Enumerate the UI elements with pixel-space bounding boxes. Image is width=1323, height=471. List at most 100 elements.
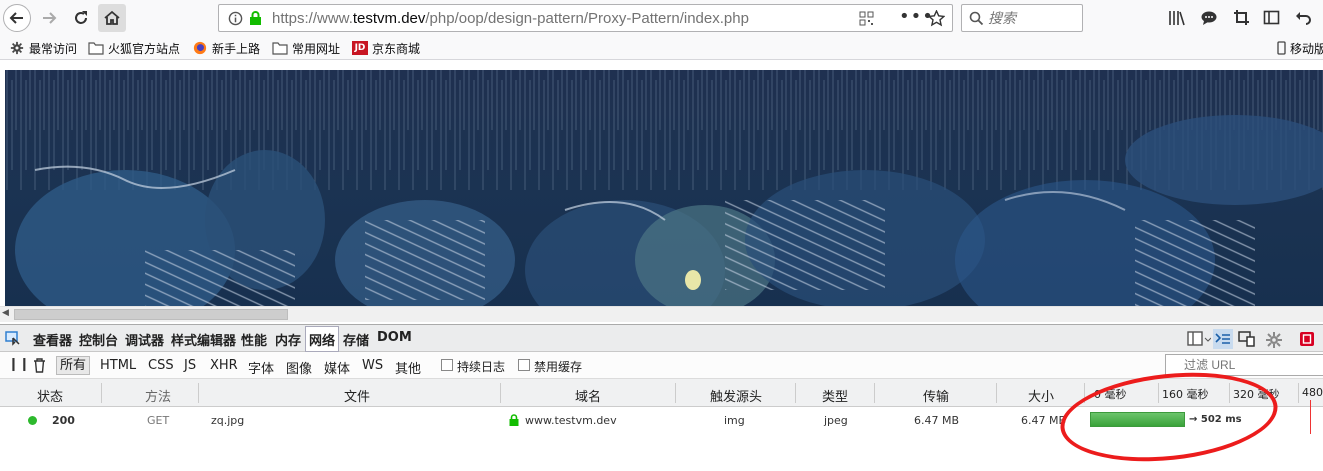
home-button[interactable] [98,4,126,32]
responsive-design-icon[interactable] [1238,331,1256,347]
dock-layout-icon[interactable] [1187,331,1211,347]
column-file[interactable]: 文件 [344,386,370,405]
chat-icon[interactable] [1200,9,1218,27]
cell-file: zq.jpg [211,414,245,427]
close-devtools-icon[interactable] [1299,331,1315,347]
bookmark-label: 新手上路 [212,41,261,56]
filter-other[interactable]: 其他 [395,358,421,377]
folder-icon [272,42,288,55]
cell-cause: img [724,414,745,427]
painting-image [5,70,1323,306]
filter-html[interactable]: HTML [100,358,136,373]
scroll-left-icon[interactable]: ◀ [2,308,9,318]
bookmark-label: 移动版 [1290,41,1323,56]
home-icon [104,10,120,25]
url-text[interactable]: https://www.testvm.dev/php/oop/design-pa… [272,10,749,27]
timeline-tick: 480 [1302,386,1323,399]
persist-log-checkbox[interactable] [441,359,453,371]
cell-status: 200 [52,414,75,427]
search-box[interactable] [961,4,1083,32]
disable-cache-label: 禁用缓存 [534,360,583,374]
trash-icon[interactable] [33,358,46,373]
bookmark-label: 最常访问 [29,41,78,56]
filter-all[interactable]: 所有 [56,356,91,375]
persist-log-label: 持续日志 [457,360,506,374]
bookmark-label: 京东商城 [372,41,421,56]
tab-performance[interactable]: 性能 [241,330,267,349]
bookmark-jd[interactable]: JD 京东商城 [352,39,420,57]
filter-fonts[interactable]: 字体 [248,358,274,377]
sidebar-icon[interactable] [1263,9,1280,26]
cell-size: 6.47 MB [1021,414,1067,427]
column-cause[interactable]: 触发源头 [710,386,762,405]
search-input[interactable] [988,9,1078,27]
column-status[interactable]: 状态 [37,386,63,405]
url-host: testvm.dev [352,10,426,27]
bookmark-firefox-official[interactable]: 火狐官方站点 [88,39,180,57]
lock-icon [509,414,519,426]
column-type[interactable]: 类型 [822,386,848,405]
scrollbar-thumb[interactable] [14,309,288,320]
bookmark-getting-started[interactable]: 新手上路 [192,39,260,57]
tab-dom[interactable]: DOM [377,330,412,345]
tab-debugger[interactable]: 调试器 [125,330,164,349]
folder-icon [88,42,104,55]
column-domain[interactable]: 域名 [575,386,601,405]
filter-js[interactable]: JS [184,358,196,373]
filter-xhr[interactable]: XHR [210,358,238,373]
qr-code-icon[interactable] [859,11,874,26]
bookmark-most-visited[interactable]: 最常访问 [9,39,77,57]
pick-element-icon[interactable] [5,331,21,347]
horizontal-scrollbar[interactable]: ◀ [0,306,1323,322]
gear-icon [10,41,24,55]
tab-network[interactable]: 网络 [305,326,340,352]
pause-icon[interactable]: ❙❙ [8,357,30,372]
bookmark-star-icon[interactable] [928,10,945,27]
tab-memory[interactable]: 内存 [275,330,301,349]
timeline-divider [1298,383,1299,403]
navigation-toolbar: https://www.testvm.dev/php/oop/design-pa… [0,0,1323,36]
arrow-right-icon [43,12,57,24]
column-divider [795,383,796,403]
url-prefix: https://www. [272,10,353,27]
url-path: /php/oop/design-pattern/Proxy-Pattern/in… [425,10,749,27]
bookmark-common-sites[interactable]: 常用网址 [272,39,340,57]
bookmark-label: 常用网址 [292,41,341,56]
network-toolbar: ❙❙ 所有 HTML CSS JS XHR 字体 图像 媒体 WS 其他 持续日… [0,352,1323,379]
bookmark-mobile[interactable]: 移动版 [1277,39,1323,57]
cell-transferred: 6.47 MB [914,414,960,427]
firefox-icon [193,41,207,55]
info-icon[interactable] [228,11,243,26]
back-button[interactable] [3,4,31,32]
crop-icon[interactable] [1233,9,1250,26]
tab-storage[interactable]: 存储 [343,330,369,349]
tab-inspector[interactable]: 查看器 [33,330,72,349]
status-dot-icon [28,416,37,425]
reload-button[interactable] [67,4,95,32]
mobile-icon [1277,41,1286,55]
settings-gear-icon[interactable] [1266,332,1282,348]
filter-css[interactable]: CSS [148,358,174,373]
lock-icon [250,11,261,25]
filter-media[interactable]: 媒体 [324,358,350,377]
cell-type: jpeg [824,414,848,427]
column-divider [198,383,199,403]
column-size[interactable]: 大小 [1028,386,1054,405]
column-transferred[interactable]: 传输 [923,386,949,405]
split-console-icon[interactable] [1213,329,1233,349]
devtools-tabbar: 查看器 控制台 调试器 样式编辑器 性能 内存 网络 存储 DOM [0,324,1323,352]
bookmarks-toolbar: 最常访问 火狐官方站点 新手上路 常用网址 JD 京东商城 移动版 [0,36,1323,60]
cell-domain: www.testvm.dev [525,414,617,427]
url-bar[interactable]: https://www.testvm.dev/php/oop/design-pa… [218,4,953,32]
search-icon [969,11,984,26]
column-method[interactable]: 方法 [145,386,171,405]
disable-cache-checkbox[interactable] [518,359,530,371]
filter-ws[interactable]: WS [362,358,383,373]
filter-images[interactable]: 图像 [286,358,312,377]
cell-method: GET [147,414,170,427]
undo-icon[interactable] [1295,9,1312,26]
tab-console[interactable]: 控制台 [79,330,118,349]
forward-button[interactable] [35,4,63,32]
tab-style-editor[interactable]: 样式编辑器 [171,330,236,349]
library-icon[interactable] [1168,9,1186,27]
